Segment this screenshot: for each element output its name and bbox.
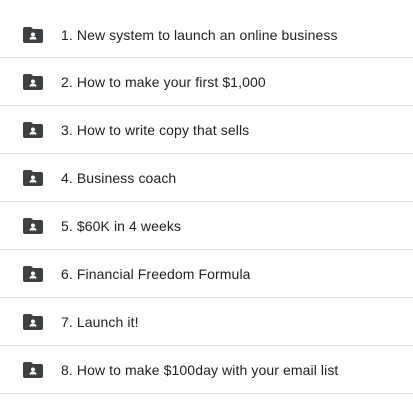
folder-row-5[interactable]: 5. $60K in 4 weeks [0,202,413,250]
folder-label: 5. $60K in 4 weeks [61,218,182,234]
folder-label: 2. How to make your first $1,000 [61,74,266,90]
shared-folder-icon [23,362,43,378]
folder-row-3[interactable]: 3. How to write copy that sells [0,106,413,154]
shared-folder-icon [23,74,43,90]
folder-row-6[interactable]: 6. Financial Freedom Formula [0,250,413,298]
folder-label: 1. New system to launch an online busine… [61,27,338,43]
folder-row-8[interactable]: 8. How to make $100day with your email l… [0,346,413,394]
folder-row-1[interactable]: 1. New system to launch an online busine… [0,0,413,58]
shared-folder-icon [23,27,43,43]
folder-row-4[interactable]: 4. Business coach [0,154,413,202]
shared-folder-icon [23,170,43,186]
folder-label: 6. Financial Freedom Formula [61,266,251,282]
folder-row-2[interactable]: 2. How to make your first $1,000 [0,58,413,106]
folder-label: 8. How to make $100day with your email l… [61,362,339,378]
shared-folder-icon [23,122,43,138]
shared-folder-icon [23,314,43,330]
folder-label: 3. How to write copy that sells [61,122,250,138]
shared-folder-icon [23,266,43,282]
folder-label: 7. Launch it! [61,314,139,330]
folder-list: 1. New system to launch an online busine… [0,0,413,394]
folder-row-7[interactable]: 7. Launch it! [0,298,413,346]
folder-label: 4. Business coach [61,170,177,186]
shared-folder-icon [23,218,43,234]
